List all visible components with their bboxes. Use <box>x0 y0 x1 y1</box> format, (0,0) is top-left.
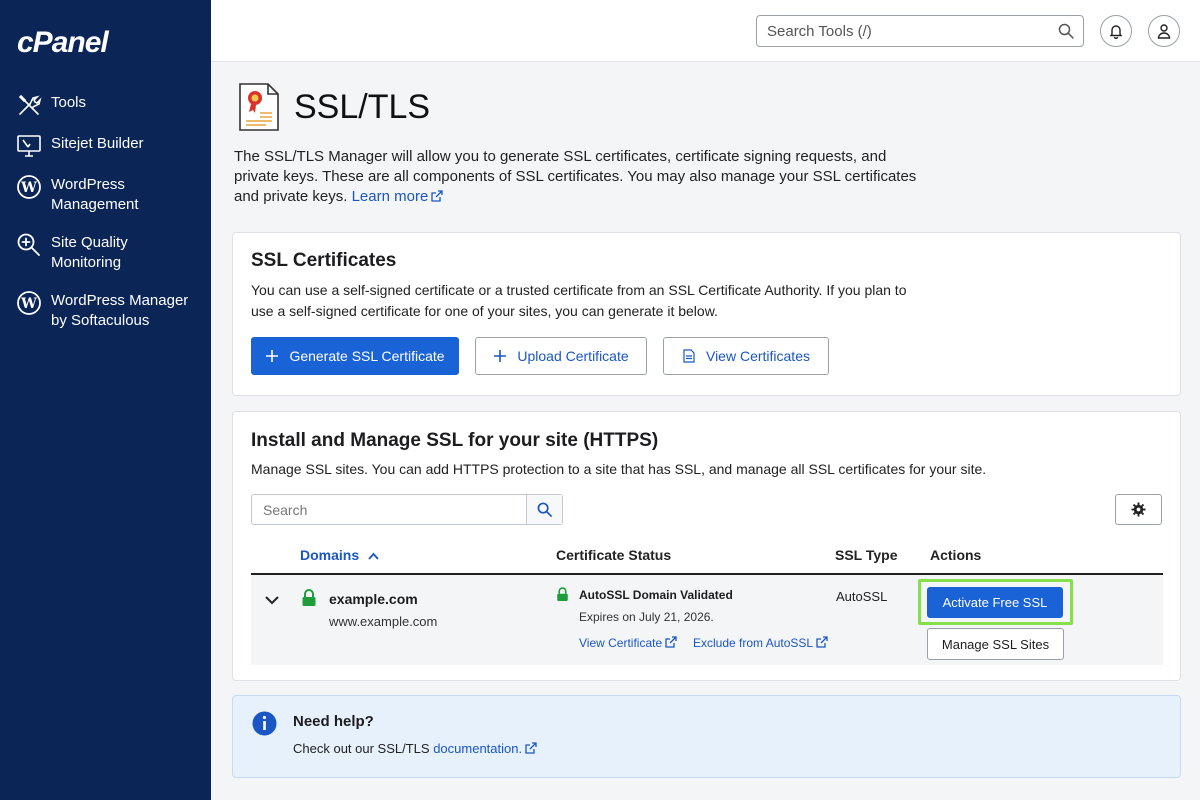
column-header-actions: Actions <box>930 547 982 563</box>
learn-more-link[interactable]: Learn more <box>352 188 444 205</box>
external-link-icon <box>525 742 537 754</box>
ssl-certificates-description: You can use a self-signed certificate or… <box>251 282 907 319</box>
ssl-type: AutoSSL <box>836 589 888 604</box>
lock-icon <box>557 587 568 601</box>
top-bar <box>211 0 1200 62</box>
sidebar-item-label: Tools <box>51 94 87 111</box>
sidebar-item-wordpress-manager[interactable]: W WordPress Manager by Softaculous <box>0 290 211 331</box>
wordpress-icon: W <box>17 175 41 199</box>
lock-icon <box>302 589 316 606</box>
ssl-certificates-card: SSL Certificates You can use a self-sign… <box>232 232 1181 396</box>
column-header-status: Certificate Status <box>556 547 672 563</box>
sidebar-item-sitejet[interactable]: Sitejet Builder <box>0 133 211 159</box>
help-title: Need help? <box>293 713 374 730</box>
wordpress-icon: W <box>17 291 41 315</box>
sidebar: cPanel Tools Sitejet Builder W WordPress… <box>0 0 211 800</box>
info-icon <box>252 711 277 736</box>
gear-icon <box>1131 502 1146 517</box>
intro-text: The SSL/TLS Manager will allow you to ge… <box>234 148 917 205</box>
help-callout: Need help? Check out our SSL/TLS documen… <box>232 695 1181 778</box>
magnifier-plus-icon <box>17 233 40 256</box>
sidebar-item-site-quality[interactable]: Site Quality Monitoring <box>0 232 211 273</box>
page-header: SSL/TLS <box>238 82 430 132</box>
column-header-domains[interactable]: Domains <box>300 547 379 563</box>
sidebar-item-label: WordPress Management <box>51 176 139 213</box>
sidebar-item-tools[interactable]: Tools <box>0 92 211 118</box>
chevron-down-icon[interactable] <box>265 595 279 605</box>
sidebar-item-label: Sitejet Builder <box>51 135 144 152</box>
generate-ssl-button[interactable]: Generate SSL Certificate <box>251 337 459 375</box>
manage-ssl-title: Install and Manage SSL for your site (HT… <box>251 430 659 451</box>
view-certificates-button[interactable]: View Certificates <box>663 337 829 375</box>
page-title: SSL/TLS <box>294 87 431 126</box>
manage-ssl-sites-button[interactable]: Manage SSL Sites <box>927 628 1064 660</box>
manage-ssl-description: Manage SSL sites. You can add HTTPS prot… <box>251 461 987 477</box>
search-icon[interactable] <box>1058 23 1074 39</box>
domain-name: example.com <box>329 591 418 607</box>
table-search-button[interactable] <box>526 495 562 524</box>
external-link-icon <box>665 636 677 648</box>
tools-icon <box>18 94 42 115</box>
manage-ssl-card: Install and Manage SSL for your site (HT… <box>232 411 1181 681</box>
search-tools-input[interactable] <box>767 16 1047 46</box>
table-settings-button[interactable] <box>1115 494 1162 525</box>
sidebar-item-label: Site Quality Monitoring <box>51 234 128 271</box>
ssl-certificates-title: SSL Certificates <box>251 250 397 271</box>
sidebar-item-label: WordPress Manager by Softaculous <box>51 292 189 329</box>
exclude-autossl-link[interactable]: Exclude from AutoSSL <box>693 635 828 651</box>
monitor-icon <box>17 135 41 157</box>
domain-alias: www.example.com <box>329 614 438 629</box>
notifications-button[interactable] <box>1100 15 1132 47</box>
bell-icon <box>1109 25 1123 39</box>
external-link-icon <box>816 636 828 648</box>
user-menu-button[interactable] <box>1148 15 1180 47</box>
column-header-type: SSL Type <box>835 547 898 563</box>
svg-text:W: W <box>20 296 37 312</box>
view-certificate-link[interactable]: View Certificate <box>579 635 677 651</box>
user-icon <box>1157 24 1171 39</box>
page-intro: The SSL/TLS Manager will allow you to ge… <box>234 147 934 207</box>
document-icon <box>683 349 695 363</box>
certificate-status: AutoSSL Domain Validated <box>579 588 733 602</box>
table-row: example.com www.example.com AutoSSL Doma… <box>251 575 1163 665</box>
upload-certificate-button[interactable]: Upload Certificate <box>475 337 647 375</box>
documentation-link[interactable]: documentation. <box>433 741 537 756</box>
search-icon <box>537 502 552 517</box>
main-content: SSL/TLS The SSL/TLS Manager will allow y… <box>211 62 1200 800</box>
cpanel-logo[interactable]: cPanel <box>17 26 109 60</box>
plus-icon <box>266 350 279 362</box>
activate-free-ssl-button[interactable]: Activate Free SSL <box>927 587 1063 618</box>
sidebar-item-wordpress-management[interactable]: W WordPress Management <box>0 174 211 215</box>
table-search-input[interactable] <box>252 495 527 524</box>
certificate-document-icon <box>239 83 279 131</box>
table-search <box>251 494 563 525</box>
help-text: Check out our SSL/TLS documentation. <box>293 741 537 756</box>
svg-text:W: W <box>20 180 37 196</box>
certificate-expiry: Expires on July 21, 2026. <box>579 610 714 624</box>
chevron-up-icon <box>368 552 379 560</box>
external-link-icon <box>431 190 443 202</box>
search-tools <box>756 15 1084 47</box>
plus-icon <box>494 350 507 362</box>
